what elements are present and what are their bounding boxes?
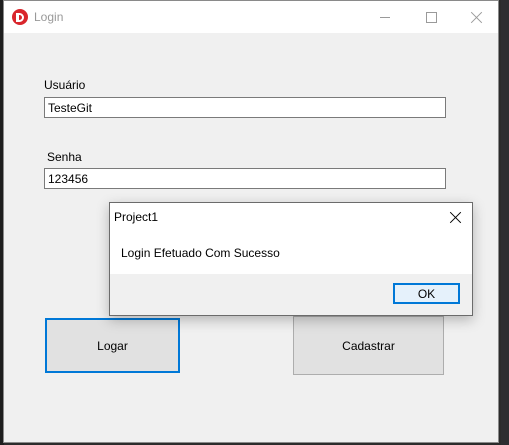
login-window: Login Usuário Senha Logar Cadastrar Proj… xyxy=(3,0,499,443)
password-label: Senha xyxy=(47,150,82,164)
window-title: Login xyxy=(34,10,64,24)
minimize-button[interactable] xyxy=(362,1,408,33)
ok-button[interactable]: OK xyxy=(393,283,460,304)
title-bar[interactable]: Login xyxy=(4,1,498,33)
close-icon xyxy=(450,211,462,223)
dialog-title: Project1 xyxy=(114,210,159,224)
username-label: Usuário xyxy=(44,78,86,92)
close-icon xyxy=(471,11,483,23)
minimize-icon xyxy=(380,16,390,18)
close-button[interactable] xyxy=(454,1,500,33)
dialog-close-button[interactable] xyxy=(444,206,468,228)
dialog-message: Login Efetuado Com Sucesso xyxy=(121,246,280,260)
dialog-footer: OK xyxy=(110,274,472,315)
username-input[interactable] xyxy=(44,97,446,118)
password-input[interactable] xyxy=(44,168,446,189)
maximize-icon xyxy=(425,11,437,23)
login-button[interactable]: Logar xyxy=(45,318,180,373)
register-button[interactable]: Cadastrar xyxy=(293,316,444,375)
message-dialog: Project1 Login Efetuado Com Sucesso OK xyxy=(109,202,473,316)
desktop-background-right xyxy=(501,0,509,445)
maximize-button[interactable] xyxy=(408,1,454,33)
app-icon xyxy=(12,9,28,25)
